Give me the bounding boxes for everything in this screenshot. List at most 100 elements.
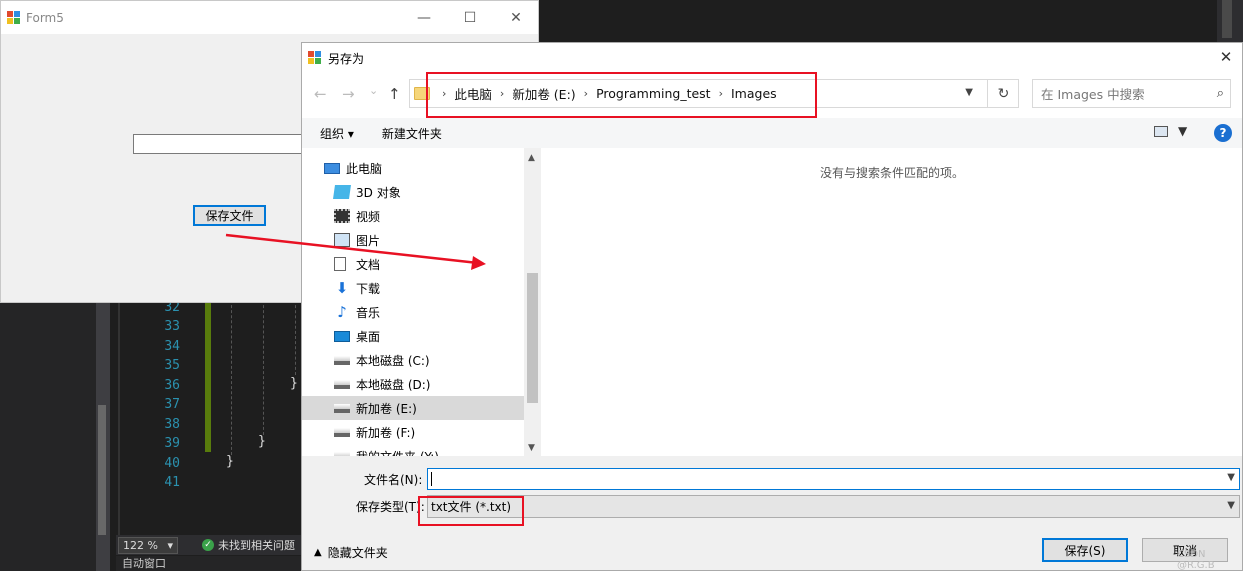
line-number: 35 (164, 358, 180, 373)
bottom-tab[interactable]: 自动窗口 (116, 556, 302, 571)
nav-item-label: 文档 (356, 257, 381, 272)
nav-item-drive-d[interactable]: 本地磁盘 (D:) (302, 372, 524, 396)
up-arrow-icon[interactable]: ↑ (388, 85, 401, 103)
save-as-dialog: 另存为 ✕ ← → ⌄ ↑ › 此电脑 › 新加卷 (E:) › Program… (301, 42, 1243, 571)
editor-side-panel (0, 300, 96, 571)
scroll-down-icon[interactable]: ▼ (528, 443, 535, 453)
text-caret (431, 472, 432, 486)
close-button[interactable]: ✕ (493, 1, 539, 34)
nav-item-label: 此电脑 (346, 161, 383, 176)
filename-input[interactable]: ▼ (427, 468, 1240, 490)
nav-item-label: 视频 (356, 209, 381, 224)
check-circle-icon: ✓ (202, 539, 214, 551)
chevron-down-icon[interactable]: ▼ (1227, 500, 1235, 511)
nav-item-label: 我的文件夹 (Y:) (356, 448, 439, 457)
nav-item-label: 本地磁盘 (C:) (356, 353, 430, 368)
dialog-toolbar: 组织 ▾ 新建文件夹 ▼ ? (302, 118, 1242, 148)
nav-item-music[interactable]: ♪ 音乐 (302, 300, 524, 324)
line-number: 37 (164, 397, 180, 412)
minimize-button[interactable]: — (401, 1, 447, 34)
indent-guide (295, 300, 296, 375)
video-icon (334, 209, 350, 223)
indent-guide (263, 300, 264, 435)
window-title: Form5 (26, 10, 64, 25)
chevron-down-icon[interactable]: ▼ (1178, 124, 1187, 138)
nav-item-downloads[interactable]: ⬇ 下载 (302, 276, 524, 300)
maximize-button[interactable]: ☐ (447, 1, 493, 34)
chevron-down-icon[interactable]: ▼ (1227, 472, 1235, 483)
refresh-icon[interactable]: ↻ (987, 79, 1019, 108)
nav-item-drive-e[interactable]: 新加卷 (E:) (302, 396, 524, 420)
nav-item-desktop[interactable]: 桌面 (302, 324, 524, 348)
nav-item-label: 图片 (356, 233, 381, 248)
zoom-level: 122 % (123, 538, 158, 552)
indent-guide (231, 300, 232, 455)
drive-icon (334, 355, 350, 365)
drive-icon (334, 379, 350, 389)
nav-item-drive-f[interactable]: 新加卷 (F:) (302, 420, 524, 444)
nav-item-pictures[interactable]: 图片 (302, 228, 524, 252)
back-arrow-icon[interactable]: ← (314, 85, 327, 103)
editor-status-bar: 122 % ▾ ✓ 未找到相关问题 (116, 535, 302, 555)
nav-item-label: 音乐 (356, 305, 381, 320)
nav-item-label: 下载 (356, 281, 381, 296)
dialog-footer: 文件名(N): ▼ 保存类型(T): txt文件 (*.txt) ▼ ▲ 隐藏文… (302, 456, 1242, 570)
document-icon (334, 257, 346, 271)
hide-folders-label: 隐藏文件夹 (327, 546, 388, 560)
search-placeholder: 在 Images 中搜索 (1041, 87, 1145, 102)
computer-icon (324, 162, 340, 174)
search-icon[interactable]: ⌕ (1217, 86, 1224, 101)
chevron-down-icon[interactable]: ▼ (965, 87, 973, 98)
editor-gutter (118, 300, 120, 535)
new-folder-button[interactable]: 新建文件夹 (382, 125, 442, 142)
recent-locations-icon[interactable]: ⌄ (369, 84, 378, 97)
nav-item-videos[interactable]: 视频 (302, 204, 524, 228)
nav-item-drive-y[interactable]: 我的文件夹 (Y:) (302, 444, 524, 456)
text-input[interactable] (133, 134, 313, 154)
change-indicator (205, 300, 211, 452)
close-button[interactable]: ✕ (1216, 47, 1236, 67)
form5-titlebar[interactable]: Form5 — ☐ ✕ (1, 1, 538, 34)
zoom-dropdown[interactable]: 122 % ▾ (118, 536, 178, 554)
music-icon: ♪ (337, 303, 347, 321)
nav-item-label: 本地磁盘 (D:) (356, 377, 431, 392)
editor-right-scrollbar[interactable] (1222, 0, 1232, 38)
nav-pane-scrollbar-thumb[interactable] (527, 273, 538, 403)
forward-arrow-icon[interactable]: → (342, 85, 355, 103)
nav-item-label: 桌面 (356, 329, 381, 344)
nav-item-this-pc[interactable]: 此电脑 (302, 156, 524, 180)
line-number: 38 (164, 417, 180, 432)
view-options-icon[interactable] (1154, 126, 1168, 137)
search-input[interactable]: 在 Images 中搜索 ⌕ (1032, 79, 1231, 108)
line-number: 40 (164, 456, 180, 471)
filetype-select[interactable]: txt文件 (*.txt) ▼ (427, 495, 1240, 518)
save-file-button[interactable]: 保存文件 (193, 205, 266, 226)
annotation-highlight-box (418, 496, 524, 526)
save-button[interactable]: 保存(S) (1042, 538, 1128, 562)
annotation-highlight-box (426, 72, 817, 118)
issues-status[interactable]: 未找到相关问题 (218, 537, 295, 553)
help-icon[interactable]: ? (1214, 124, 1232, 142)
editor-scrollbar-thumb[interactable] (98, 405, 106, 535)
closing-brace: } (226, 454, 234, 469)
drive-icon (334, 427, 350, 437)
organize-menu[interactable]: 组织 ▾ (320, 125, 354, 142)
filetype-label: 保存类型(T): (356, 500, 425, 514)
download-icon: ⬇ (335, 279, 349, 297)
scroll-up-icon[interactable]: ▲ (528, 153, 535, 163)
nav-item-documents[interactable]: 文档 (302, 252, 524, 276)
nav-item-3d-objects[interactable]: 3D 对象 (302, 180, 524, 204)
nav-item-label: 新加卷 (E:) (356, 401, 417, 416)
hide-folders-toggle[interactable]: ▲ 隐藏文件夹 (314, 544, 388, 561)
nav-item-label: 3D 对象 (356, 185, 401, 200)
nav-item-drive-c[interactable]: 本地磁盘 (C:) (302, 348, 524, 372)
filename-label: 文件名(N): (364, 473, 423, 487)
picture-icon (334, 233, 350, 247)
line-number: 36 (164, 378, 180, 393)
dialog-titlebar[interactable]: 另存为 ✕ (302, 43, 1242, 73)
cube-icon (333, 185, 351, 199)
nav-item-label: 新加卷 (F:) (356, 425, 416, 440)
watermark: CSDN @R.G.B (1177, 549, 1215, 571)
closing-brace: } (258, 434, 266, 449)
desktop-icon (334, 330, 350, 342)
